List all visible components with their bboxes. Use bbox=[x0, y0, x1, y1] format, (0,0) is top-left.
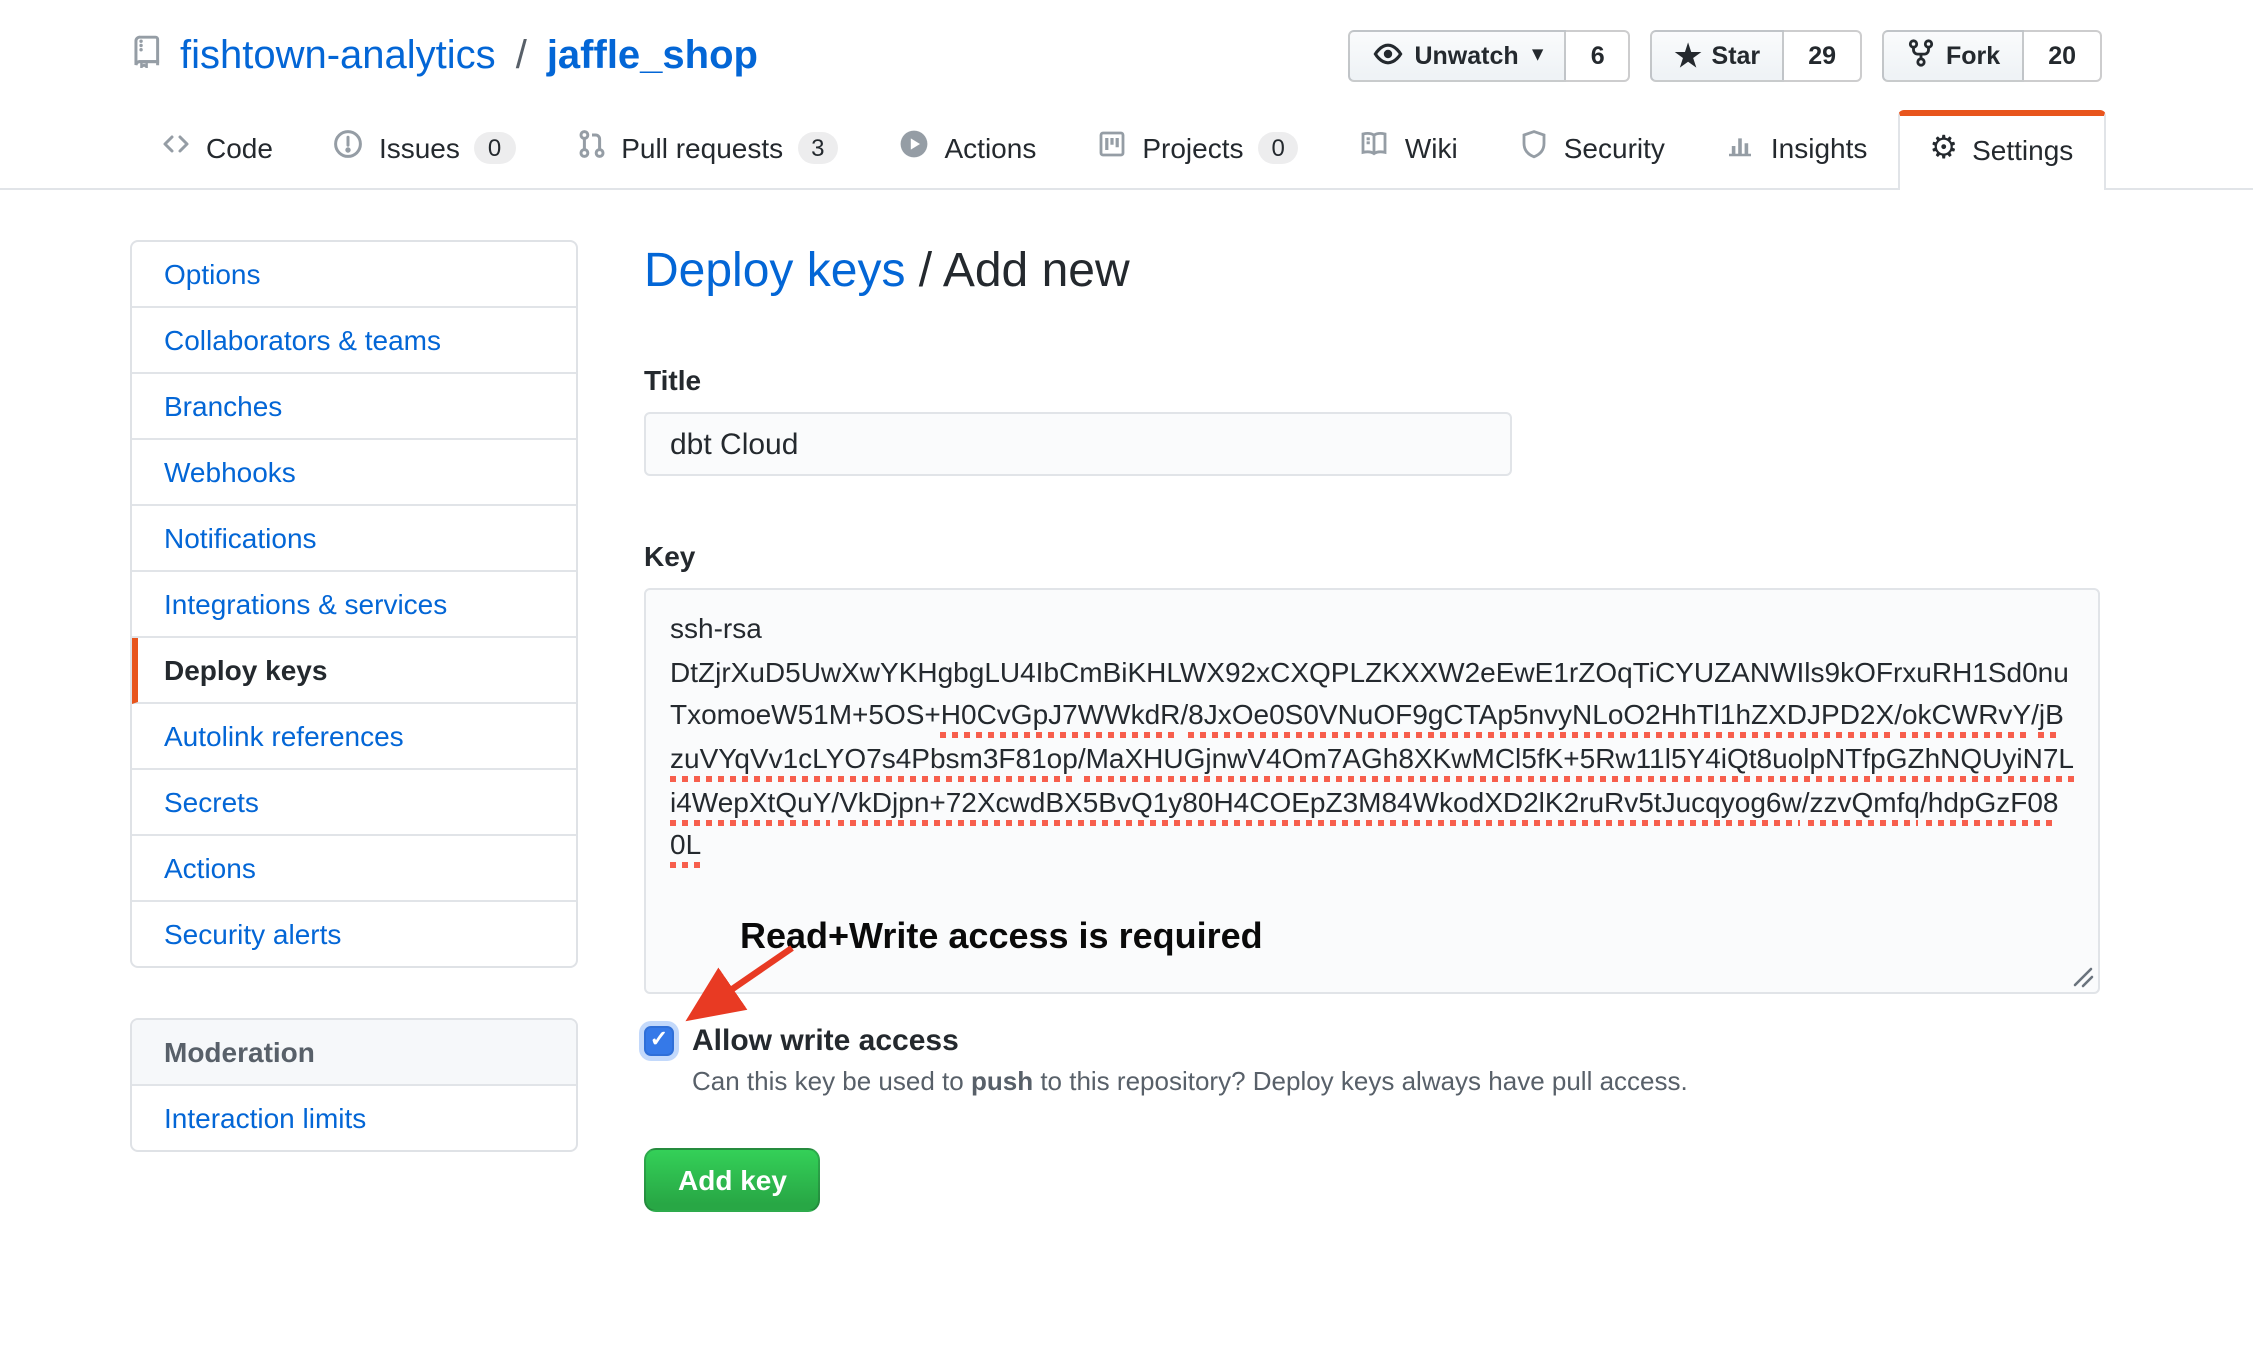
sidebar-item-deploy-keys[interactable]: Deploy keys bbox=[132, 638, 576, 704]
tab-issues[interactable]: Issues 0 bbox=[303, 106, 545, 188]
tab-security[interactable]: Security bbox=[1488, 106, 1695, 188]
fork-group: Fork 20 bbox=[1882, 30, 2102, 82]
tab-settings[interactable]: ⚙ Settings bbox=[1897, 110, 2105, 190]
sidebar-item-actions[interactable]: Actions bbox=[132, 836, 576, 902]
tab-label: Insights bbox=[1771, 131, 1868, 163]
repo-owner-link[interactable]: fishtown-analytics bbox=[180, 33, 496, 79]
add-key-button[interactable]: Add key bbox=[644, 1148, 821, 1212]
key-text-line1: ssh-rsa bbox=[670, 608, 2074, 651]
fork-label: Fork bbox=[1946, 42, 2000, 70]
breadcrumb-separator: / bbox=[905, 244, 942, 298]
watch-count[interactable]: 6 bbox=[1567, 30, 1631, 82]
star-icon: ★ bbox=[1675, 41, 1702, 71]
repo-separator: / bbox=[512, 33, 531, 79]
gear-icon: ⚙ bbox=[1929, 134, 1958, 166]
tab-label: Security bbox=[1564, 131, 1665, 163]
tab-wiki[interactable]: Wiki bbox=[1329, 106, 1488, 188]
projects-count-badge: 0 bbox=[1258, 131, 1299, 163]
settings-menu: Options Collaborators & teams Branches W… bbox=[130, 240, 578, 968]
key-text: DtZjrXuD5UwXwYKHgbgLU4IbCmBiKHLWX92xCXQP… bbox=[670, 651, 2074, 868]
readwrite-annotation: Read+Write access is required bbox=[740, 916, 1263, 958]
star-button[interactable]: ★ Star bbox=[1651, 30, 1785, 82]
breadcrumb-current: Add new bbox=[943, 244, 1130, 298]
star-count[interactable]: 29 bbox=[1784, 30, 1862, 82]
git-pull-request-icon bbox=[575, 128, 607, 166]
sidebar-item-options[interactable]: Options bbox=[132, 242, 576, 308]
pull-requests-count-badge: 3 bbox=[797, 131, 838, 163]
caret-down-icon: ▾ bbox=[1533, 46, 1543, 66]
tab-label: Pull requests bbox=[621, 131, 783, 163]
eye-icon bbox=[1372, 37, 1404, 75]
unwatch-label: Unwatch bbox=[1414, 42, 1518, 70]
shield-icon bbox=[1518, 128, 1550, 166]
write-access-note: Can this key be used to push to this rep… bbox=[692, 1066, 2100, 1096]
tab-label: Code bbox=[206, 131, 273, 163]
repo-title: fishtown-analytics / jaffle_shop bbox=[130, 33, 758, 79]
tab-label: Projects bbox=[1142, 131, 1243, 163]
repo-name-link[interactable]: jaffle_shop bbox=[547, 33, 758, 79]
issues-count-badge: 0 bbox=[474, 131, 515, 163]
sidebar-item-integrations-services[interactable]: Integrations & services bbox=[132, 572, 576, 638]
play-icon bbox=[899, 128, 931, 166]
repo-header: fishtown-analytics / jaffle_shop Unwatch… bbox=[0, 0, 2253, 82]
tab-label: Settings bbox=[1972, 134, 2073, 166]
moderation-menu: Moderation Interaction limits bbox=[130, 1018, 578, 1152]
sidebar-item-webhooks[interactable]: Webhooks bbox=[132, 440, 576, 506]
repo-tab-nav: Code Issues 0 Pull requests bbox=[0, 106, 2253, 190]
check-icon: ✓ bbox=[650, 1030, 668, 1052]
tab-projects[interactable]: Projects 0 bbox=[1066, 106, 1329, 188]
allow-write-access-checkbox[interactable]: ✓ bbox=[644, 1026, 674, 1056]
sidebar-item-security-alerts[interactable]: Security alerts bbox=[132, 902, 576, 966]
sidebar-item-autolink-references[interactable]: Autolink references bbox=[132, 704, 576, 770]
allow-write-access-label[interactable]: Allow write access bbox=[692, 1024, 959, 1058]
code-icon bbox=[160, 128, 192, 166]
watch-group: Unwatch ▾ 6 bbox=[1348, 30, 1630, 82]
tab-label: Wiki bbox=[1405, 131, 1458, 163]
fork-icon bbox=[1906, 38, 1936, 74]
tab-label: Actions bbox=[945, 131, 1037, 163]
deploy-keys-breadcrumb-link[interactable]: Deploy keys bbox=[644, 244, 905, 298]
tab-code[interactable]: Code bbox=[130, 106, 303, 188]
note-push-bold: push bbox=[971, 1066, 1033, 1096]
note-text: to this repository? Deploy keys always h… bbox=[1033, 1066, 1688, 1096]
deploy-key-form: Deploy keys / Add new Title Key ssh-rsa … bbox=[644, 240, 2100, 1212]
fork-count[interactable]: 20 bbox=[2024, 30, 2102, 82]
repo-actions: Unwatch ▾ 6 ★ Star 29 bbox=[1348, 30, 2102, 82]
github-settings-page: fishtown-analytics / jaffle_shop Unwatch… bbox=[0, 0, 2253, 1364]
book-icon bbox=[1359, 128, 1391, 166]
repo-icon bbox=[130, 33, 164, 79]
project-icon bbox=[1096, 128, 1128, 166]
graph-icon bbox=[1725, 128, 1757, 166]
moderation-heading: Moderation bbox=[132, 1020, 576, 1086]
title-input[interactable] bbox=[644, 412, 1512, 476]
star-group: ★ Star 29 bbox=[1651, 30, 1862, 82]
tab-label: Issues bbox=[379, 131, 460, 163]
tab-insights[interactable]: Insights bbox=[1695, 106, 1898, 188]
note-text: Can this key be used to bbox=[692, 1066, 971, 1096]
textarea-resize-grip[interactable] bbox=[2072, 966, 2094, 988]
page-title: Deploy keys / Add new bbox=[644, 244, 2100, 300]
fork-button[interactable]: Fork bbox=[1882, 30, 2024, 82]
sidebar-item-secrets[interactable]: Secrets bbox=[132, 770, 576, 836]
sidebar-item-notifications[interactable]: Notifications bbox=[132, 506, 576, 572]
tab-pull-requests[interactable]: Pull requests 3 bbox=[545, 106, 868, 188]
settings-sidebar: Options Collaborators & teams Branches W… bbox=[130, 240, 578, 1152]
title-field-label: Title bbox=[644, 364, 2100, 396]
unwatch-button[interactable]: Unwatch ▾ bbox=[1348, 30, 1566, 82]
sidebar-item-interaction-limits[interactable]: Interaction limits bbox=[132, 1086, 576, 1150]
sidebar-item-branches[interactable]: Branches bbox=[132, 374, 576, 440]
issue-opened-icon bbox=[333, 128, 365, 166]
key-field-label: Key bbox=[644, 540, 2100, 572]
tab-actions[interactable]: Actions bbox=[869, 106, 1067, 188]
star-label: Star bbox=[1712, 42, 1761, 70]
sidebar-item-collaborators-teams[interactable]: Collaborators & teams bbox=[132, 308, 576, 374]
